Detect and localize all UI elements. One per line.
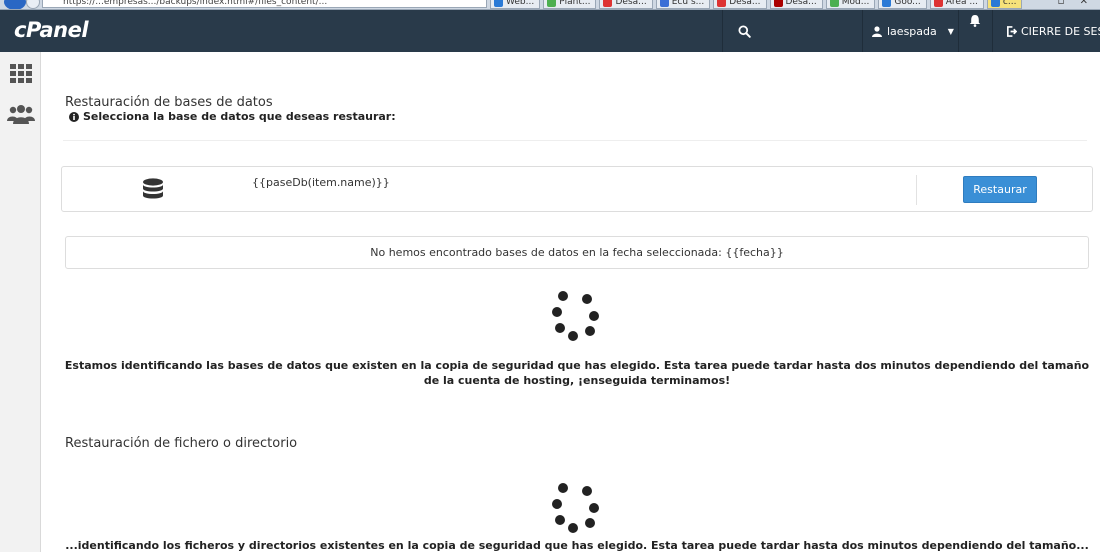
tab-favicon-icon xyxy=(990,0,1000,7)
username: laespada xyxy=(887,24,937,38)
browser-tab-label: Desa... xyxy=(785,0,817,7)
logout-label: CIERRE DE SESIÓN xyxy=(1021,24,1100,38)
loading-spinner-icon xyxy=(547,480,607,540)
bell-icon xyxy=(969,15,981,27)
sign-out-icon xyxy=(1007,25,1017,37)
browser-tab[interactable]: Goo... xyxy=(878,0,927,9)
browser-tab-label: Ecu s... xyxy=(671,0,705,7)
browser-tab-label: Desa... xyxy=(615,0,647,7)
browser-tab[interactable]: Desa... xyxy=(713,0,767,9)
browser-tab-label: Plant... xyxy=(559,0,591,7)
sidebar-item-users[interactable] xyxy=(0,94,41,134)
user-menu[interactable]: laespada ▼ xyxy=(862,10,964,52)
browser-tab[interactable]: c... xyxy=(986,0,1023,9)
tab-favicon-icon xyxy=(494,0,503,7)
search-icon xyxy=(737,24,751,38)
browser-tab-label: Área ... xyxy=(945,0,978,7)
browser-tab[interactable]: Desa... xyxy=(599,0,653,9)
restore-button[interactable]: Restaurar xyxy=(963,176,1037,203)
db-loading-message: Estamos identificando las bases de datos… xyxy=(61,358,1093,388)
loading-spinner-icon xyxy=(547,288,607,348)
sidebar-item-home[interactable] xyxy=(0,54,41,94)
tab-favicon-icon xyxy=(659,0,669,7)
browser-tabs: Web... Plant... Desa... Ecu s... Desa... Desa… xyxy=(490,0,1023,9)
section-divider xyxy=(63,140,1087,141)
no-databases-text: No hemos encontrado bases de datos en la… xyxy=(370,246,784,259)
db-loading-line-2: de la cuenta de hosting, ¡enseguida term… xyxy=(423,374,731,387)
browser-tab[interactable]: Ecu s... xyxy=(655,0,711,9)
browser-tab[interactable]: Área ... xyxy=(929,0,984,9)
browser-tab-label: Desa... xyxy=(729,0,761,7)
window-controls[interactable]: ▫ ✕ xyxy=(1058,0,1094,7)
browser-tab-label: Web... xyxy=(506,0,535,7)
header-divider xyxy=(992,10,993,52)
tab-favicon-icon xyxy=(603,0,613,7)
file-loading-message: ...identificando los ficheros y director… xyxy=(65,539,1089,552)
logout-link[interactable]: CIERRE DE SESIÓN xyxy=(1006,10,1100,52)
users-icon xyxy=(6,105,35,124)
info-icon xyxy=(69,111,79,122)
search-button[interactable] xyxy=(722,10,766,52)
row-divider xyxy=(916,175,917,205)
tab-favicon-icon xyxy=(547,0,557,7)
browser-tab-label: c... xyxy=(1002,0,1017,7)
main-content: Restauración de bases de datos Seleccion… xyxy=(41,52,1100,552)
no-databases-alert: No hemos encontrado bases de datos en la… xyxy=(65,236,1089,269)
db-section-subtitle: Selecciona la base de datos que deseas r… xyxy=(69,110,396,123)
db-loading-line-1: Estamos identificando las bases de datos… xyxy=(64,359,1090,372)
tab-favicon-icon xyxy=(882,0,892,7)
database-icon xyxy=(143,178,163,199)
browser-tab[interactable]: Web... xyxy=(490,0,541,9)
top-header: cPanel laespada ▼ CIERRE DE SESIÓN xyxy=(0,10,1100,52)
back-button[interactable] xyxy=(4,0,26,9)
caret-down-icon: ▼ xyxy=(947,26,954,36)
db-section-subtitle-text: Selecciona la base de datos que deseas r… xyxy=(83,110,396,123)
address-bar[interactable]: https://...empresas.../backups/index.htm… xyxy=(42,0,487,8)
database-row: {{paseDb(item.name)}} Restaurar xyxy=(61,166,1093,212)
tab-favicon-icon xyxy=(933,0,943,7)
browser-tab[interactable]: Plant... xyxy=(543,0,597,9)
db-section-title: Restauración de bases de datos xyxy=(65,95,273,110)
tab-favicon-icon xyxy=(829,0,839,7)
file-section-title: Restauración de fichero o directorio xyxy=(65,436,298,451)
left-sidebar xyxy=(0,52,41,552)
notifications-button[interactable] xyxy=(958,10,992,52)
user-icon xyxy=(872,25,882,37)
browser-tab-label: Goo... xyxy=(894,0,921,7)
browser-toolbar: https://...empresas.../backups/index.htm… xyxy=(0,0,1100,10)
tab-favicon-icon xyxy=(717,0,727,7)
browser-tab[interactable]: Desa... xyxy=(769,0,823,9)
browser-tab[interactable]: Mod... xyxy=(825,0,876,9)
browser-tab-label: Mod... xyxy=(841,0,870,7)
tab-favicon-icon xyxy=(773,0,783,7)
database-name: {{paseDb(item.name)}} xyxy=(252,176,390,189)
forward-button[interactable] xyxy=(26,0,40,9)
grid-icon xyxy=(9,64,32,83)
cpanel-logo[interactable]: cPanel xyxy=(14,18,89,42)
